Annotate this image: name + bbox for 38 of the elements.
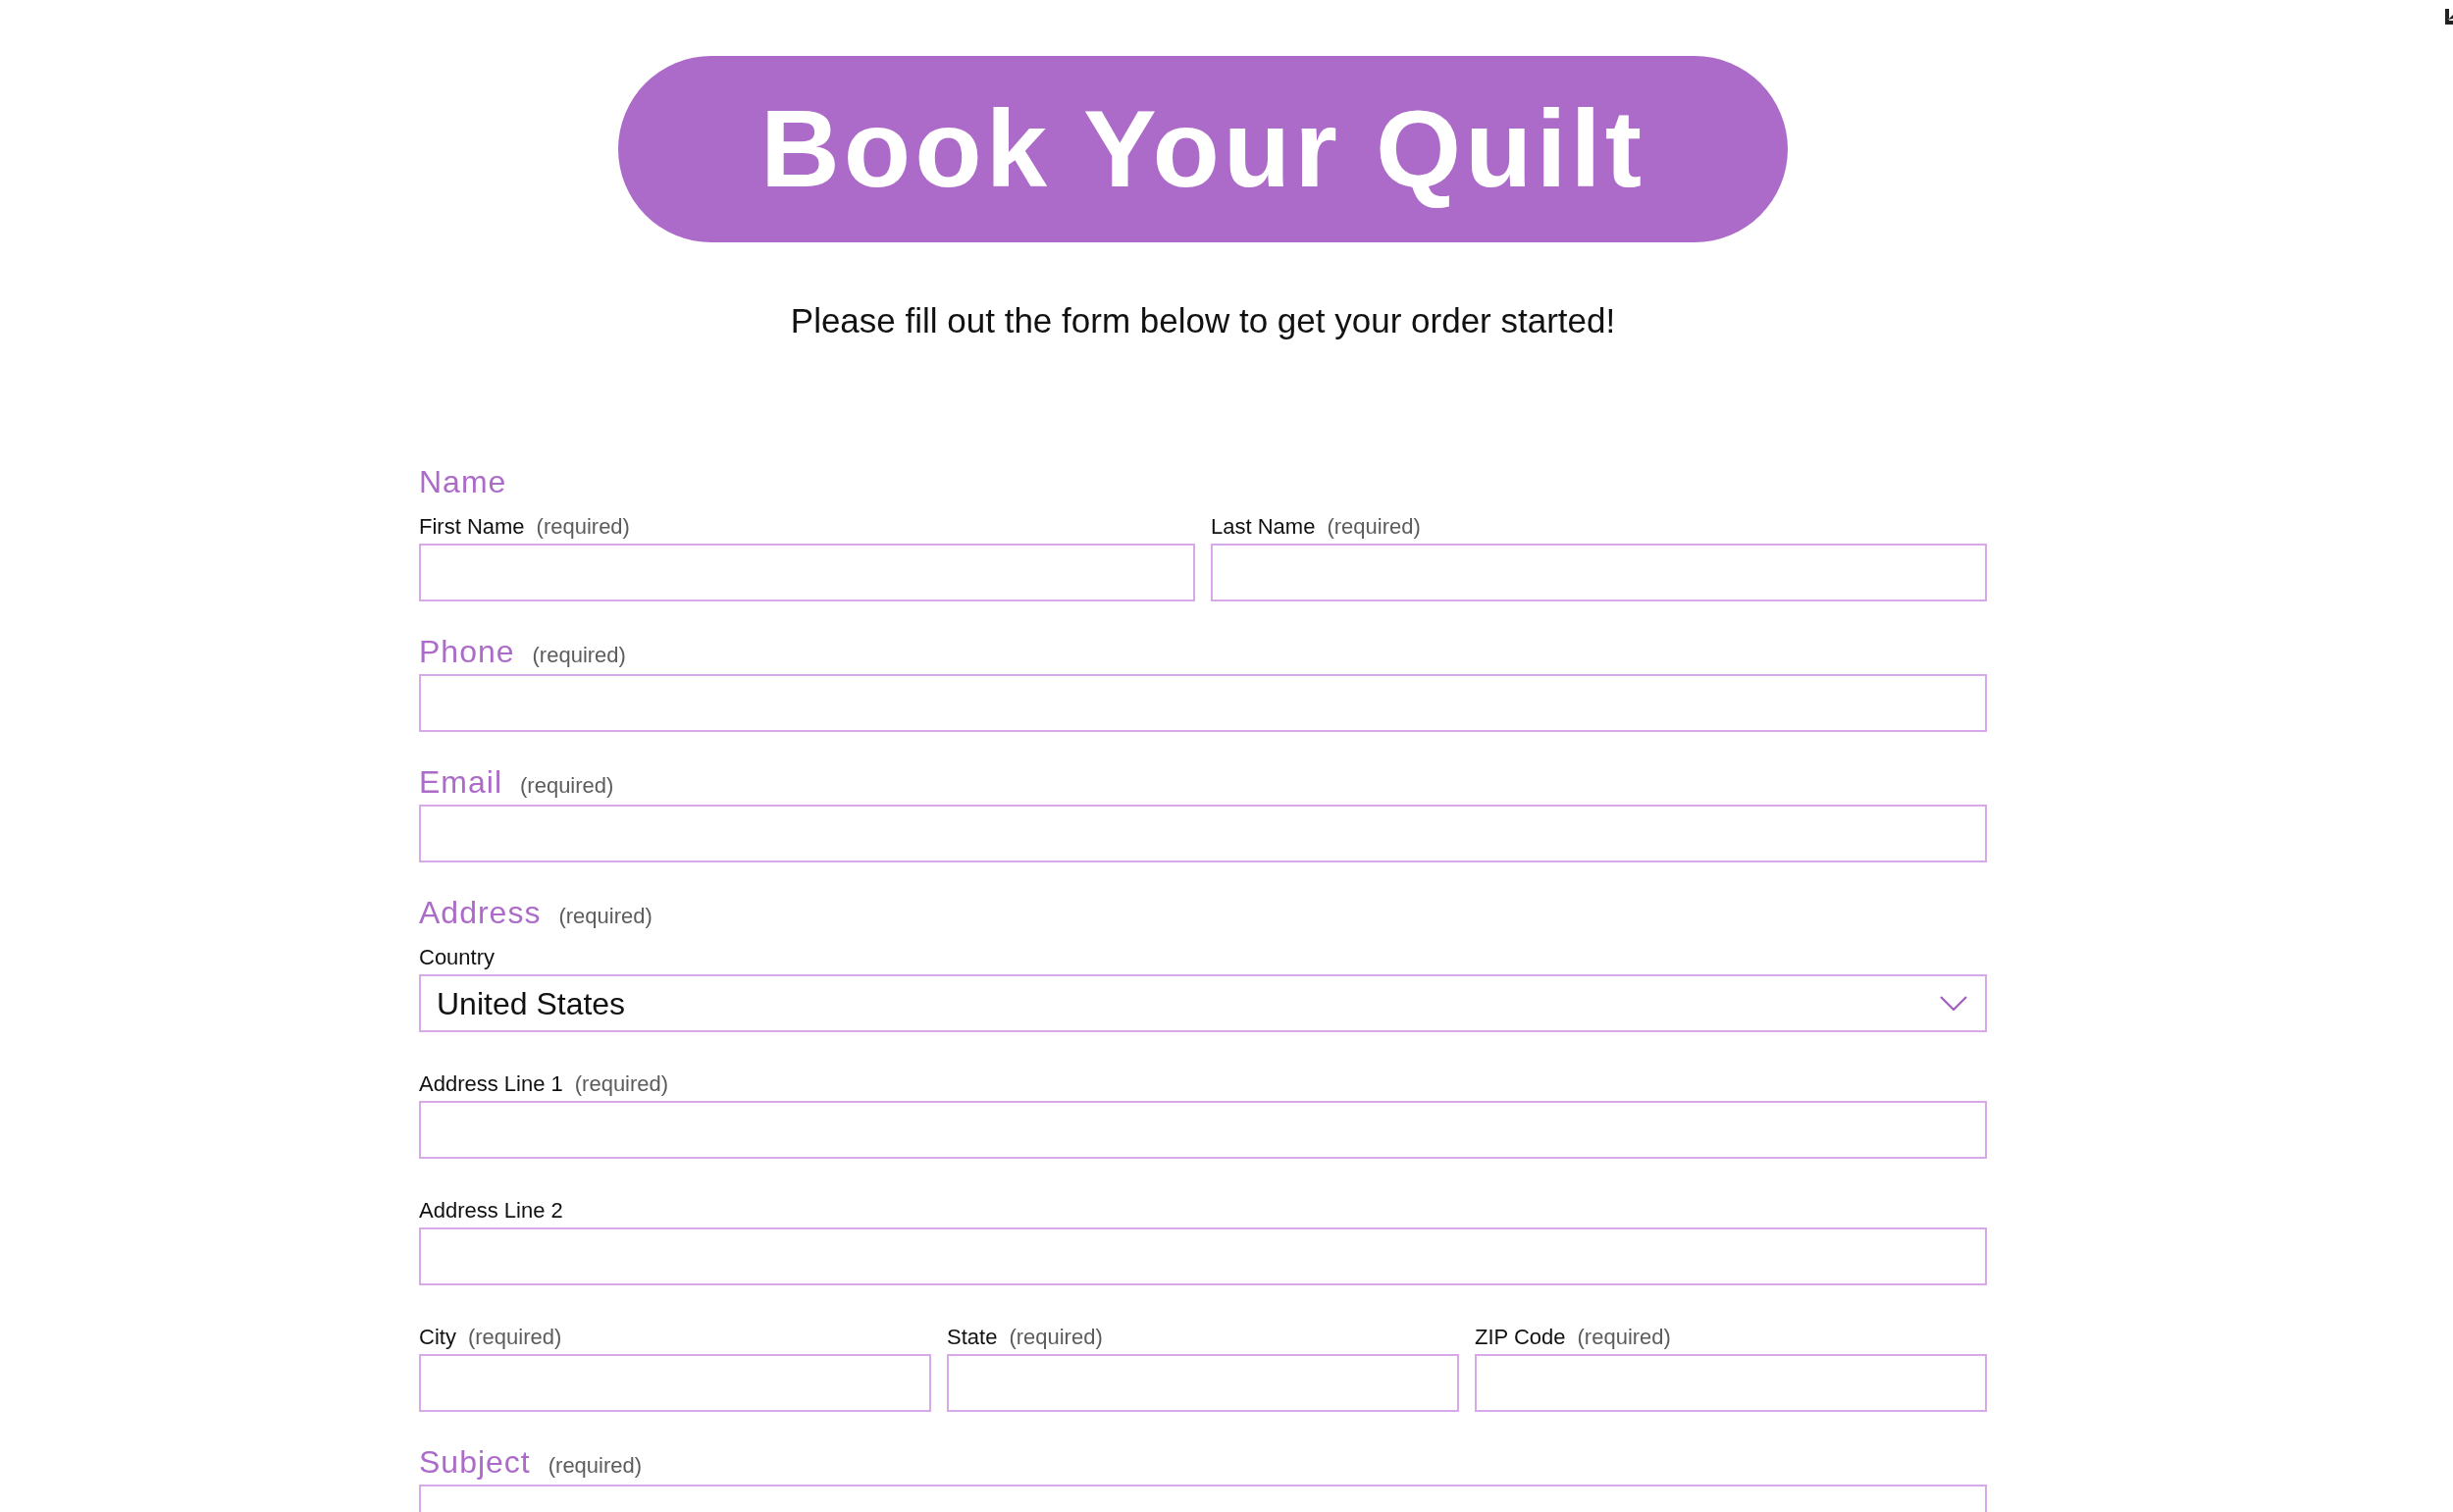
text-input[interactable] (419, 674, 1987, 732)
text-input[interactable] (947, 1354, 1459, 1412)
chevron-down-icon (1940, 996, 1967, 1011)
field-label: Country (419, 944, 496, 971)
section-heading: Address (419, 894, 542, 932)
required-note: (required) (536, 513, 630, 541)
country-select[interactable]: United States (419, 974, 1987, 1032)
field-label: Address Line 2 (419, 1197, 563, 1225)
section-heading: Subject (419, 1443, 531, 1482)
field-label: City (419, 1324, 456, 1351)
required-note: (required) (548, 1452, 643, 1480)
required-note: (required) (520, 772, 614, 800)
section-heading: Phone (419, 633, 515, 671)
required-note: (required) (1327, 513, 1421, 541)
arrow-icon (2443, 9, 2453, 26)
required-note: (required) (1009, 1324, 1103, 1351)
text-input[interactable] (419, 805, 1987, 862)
required-note: (required) (558, 903, 652, 930)
required-note: (required) (574, 1070, 669, 1098)
field-label: Address Line 1 (419, 1070, 563, 1098)
field-label: Last Name (1211, 513, 1316, 541)
text-input[interactable] (1211, 544, 1987, 601)
field-label: First Name (419, 513, 525, 541)
required-note: (required) (1577, 1324, 1671, 1351)
required-note: (required) (532, 642, 626, 669)
text-input[interactable] (419, 1485, 1987, 1512)
section-heading: Name (419, 463, 507, 501)
intro-text: Please fill out the form below to get your order started! (790, 300, 1616, 341)
text-input[interactable] (419, 1101, 1987, 1159)
page-title: Book Your Quilt (759, 86, 1646, 212)
text-input[interactable] (419, 544, 1195, 601)
text-input[interactable] (1475, 1354, 1987, 1412)
field-label: ZIP Code (1475, 1324, 1566, 1351)
text-input[interactable] (419, 1354, 931, 1412)
field-label: State (947, 1324, 998, 1351)
text-input[interactable] (419, 1227, 1987, 1285)
section-heading: Email (419, 763, 502, 802)
required-note: (required) (467, 1324, 562, 1351)
